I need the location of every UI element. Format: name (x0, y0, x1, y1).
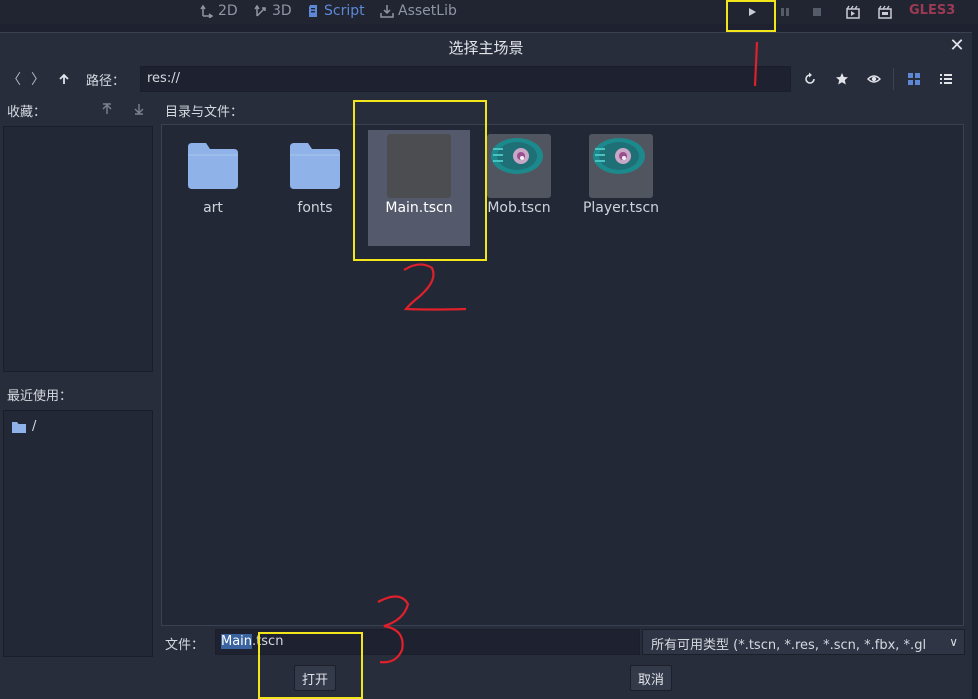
scene-thumb (487, 134, 551, 198)
play-scene-button[interactable] (845, 4, 861, 20)
folder-icon (12, 421, 26, 433)
renderer-selector[interactable]: GLES3 (909, 3, 955, 18)
file-type-filter[interactable]: 所有可用类型 (*.tscn, *.res, *.scn, *.fbx, *.g… (642, 629, 965, 655)
player-preview-icon (589, 134, 653, 198)
favorite-button[interactable] (833, 70, 851, 88)
recent-item-label: / (32, 419, 37, 434)
file-item-fonts[interactable]: fonts (264, 130, 366, 246)
play-scene-icon (846, 5, 860, 19)
editor-top-bar: 2D 3D Script AssetLib GLES3 (0, 0, 978, 24)
play-custom-scene-button[interactable] (877, 4, 893, 20)
recent-label: 最近使用： (7, 389, 73, 404)
workspace-2d-label: 2D (218, 3, 238, 19)
path-toolbar: 〈 〉 路径： res:// (0, 66, 972, 92)
folder-icon (188, 143, 238, 189)
annotation-box-3 (258, 632, 363, 699)
refresh-button[interactable] (801, 70, 819, 88)
cancel-button[interactable]: 取消 (630, 665, 672, 691)
back-icon[interactable]: 〈 (6, 70, 22, 88)
workspace-3d-button[interactable]: 3D (254, 3, 292, 19)
mob-preview-icon (487, 134, 551, 198)
annotation-box-1 (726, 0, 776, 32)
files-label: 目录与文件： (165, 105, 244, 120)
folder-icon (290, 143, 340, 189)
folder-thumb (181, 134, 245, 198)
workspace-assetlib-label: AssetLib (398, 3, 457, 19)
toggle-hidden-button[interactable] (865, 70, 883, 88)
workspace-script-button[interactable]: Script (306, 3, 365, 19)
favorites-label: 收藏： (7, 105, 47, 120)
assetlib-icon (380, 5, 394, 18)
file-name: fonts (297, 200, 333, 216)
chevron-down-icon: ∨ (949, 635, 958, 649)
file-type-filter-value: 所有可用类型 (*.tscn, *.res, *.scn, *.fbx, *.g… (651, 638, 927, 653)
workspace-3d-label: 3D (272, 3, 292, 19)
pause-button[interactable] (777, 4, 793, 20)
file-grid[interactable]: art fonts Main.tscn Mob.tscn Player.tscn (161, 124, 964, 626)
list-item[interactable]: / (12, 419, 36, 434)
grid-view-icon (908, 73, 920, 85)
list-view-button[interactable] (937, 70, 955, 88)
file-name: art (203, 200, 223, 216)
recent-list[interactable]: / (3, 410, 153, 657)
folder-thumb (283, 134, 347, 198)
workspace-assetlib-button[interactable]: AssetLib (380, 3, 457, 19)
file-name: Player.tscn (582, 200, 660, 216)
3d-workspace-icon (254, 4, 266, 17)
refresh-icon (805, 72, 815, 84)
arrow-up-icon (102, 103, 112, 114)
2d-workspace-icon (200, 4, 214, 18)
toolbar-divider (893, 68, 894, 90)
script-workspace-icon (309, 5, 317, 17)
star-icon (836, 73, 848, 85)
arrow-up-icon (59, 73, 69, 84)
file-item-player-scene[interactable]: Player.tscn (570, 130, 672, 246)
list-view-icon (940, 74, 952, 84)
annotation-box-2 (353, 100, 487, 261)
path-input[interactable]: res:// (140, 66, 791, 92)
eye-icon (867, 75, 881, 83)
dialog-title: 选择主场景 (448, 39, 524, 57)
forward-icon[interactable]: 〉 (30, 70, 46, 88)
stop-icon (813, 8, 821, 16)
stop-button[interactable] (809, 4, 825, 20)
favorites-list[interactable] (3, 126, 153, 372)
go-up-button[interactable] (56, 70, 72, 88)
move-favorite-down-button[interactable] (131, 100, 147, 118)
close-icon[interactable]: ✕ (948, 37, 966, 55)
filename-selected-text: Main (221, 634, 253, 649)
workspace-2d-button[interactable]: 2D (200, 3, 238, 19)
scene-thumb (589, 134, 653, 198)
arrow-down-icon (134, 104, 144, 115)
move-favorite-up-button[interactable] (99, 100, 115, 118)
path-label: 路径： (86, 74, 126, 89)
file-label: 文件： (165, 638, 205, 653)
pause-icon (781, 8, 789, 16)
play-custom-scene-icon (878, 5, 892, 19)
file-item-art[interactable]: art (162, 130, 264, 246)
thumbnail-view-button[interactable] (905, 70, 923, 88)
workspace-script-label: Script (324, 3, 365, 19)
